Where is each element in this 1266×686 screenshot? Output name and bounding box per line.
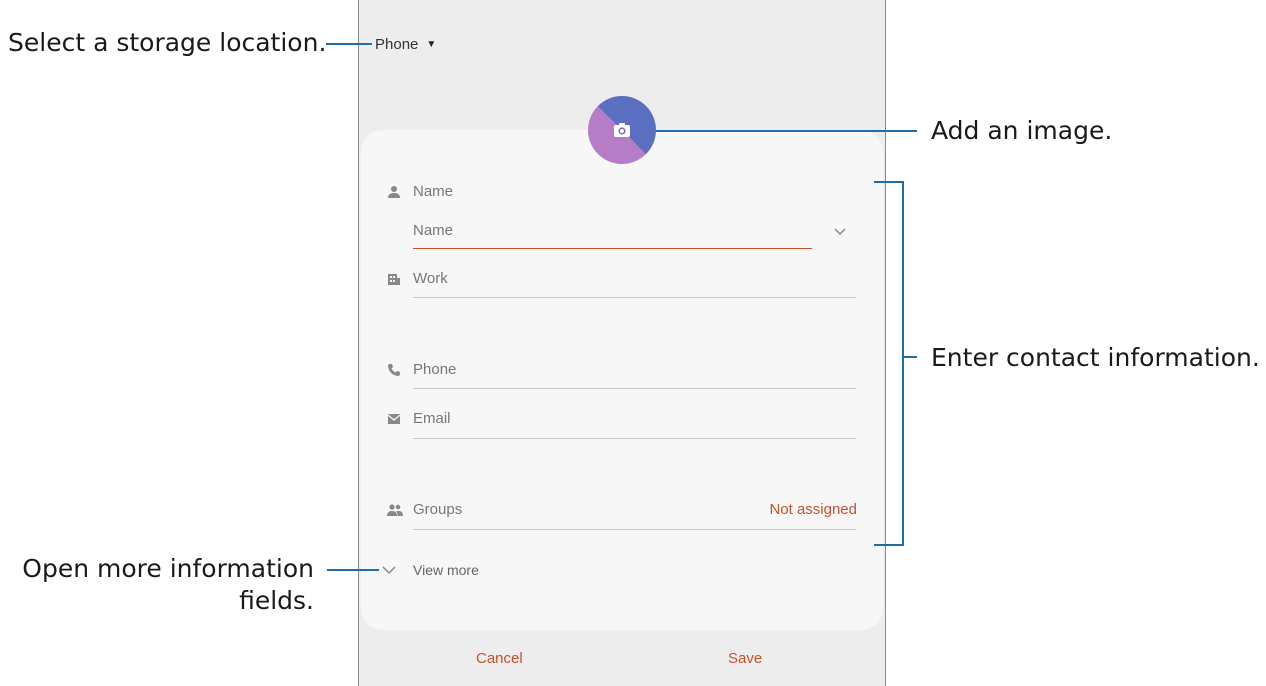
- name-input[interactable]: Name: [413, 222, 453, 239]
- add-image-button[interactable]: [588, 96, 656, 164]
- callout-image-line: [655, 130, 917, 132]
- callout-contact-line: [904, 356, 917, 358]
- callout-contact: Enter contact information.: [931, 343, 1260, 372]
- callout-more-line2: fields.: [239, 586, 314, 615]
- groups-underline: [413, 529, 856, 530]
- view-more-label[interactable]: View more: [413, 562, 479, 578]
- email-field[interactable]: Email: [413, 410, 451, 427]
- work-field[interactable]: Work: [413, 270, 448, 287]
- phone-field[interactable]: Phone: [413, 361, 456, 378]
- cancel-button[interactable]: Cancel: [476, 650, 523, 667]
- contact-form-card: [361, 130, 883, 630]
- groups-value[interactable]: Not assigned: [769, 501, 857, 518]
- building-icon: [388, 274, 400, 285]
- work-underline: [413, 297, 856, 298]
- groups-icon: [387, 504, 403, 516]
- camera-icon: [614, 123, 630, 137]
- callout-contact-bracket-bottom: [874, 544, 904, 546]
- callout-more: Open more information fields.: [22, 553, 314, 617]
- phone-icon: [388, 364, 400, 376]
- callout-contact-bracket-top: [874, 181, 904, 183]
- callout-more-line1: Open more information: [22, 554, 314, 583]
- email-underline: [413, 438, 856, 439]
- save-button[interactable]: Save: [728, 650, 762, 667]
- callout-storage-line: [326, 43, 372, 45]
- view-more-chevron-icon: [382, 566, 396, 575]
- phone-screen: Phone ▼ Name Name Work Phone Email Group…: [358, 0, 886, 686]
- storage-location-dropdown[interactable]: Phone ▼: [375, 36, 436, 53]
- dropdown-caret-icon: ▼: [426, 39, 437, 50]
- callout-image: Add an image.: [931, 116, 1113, 145]
- callout-more-line: [327, 569, 379, 571]
- callout-storage: Select a storage location.: [8, 28, 327, 57]
- name-input-underline: [413, 248, 812, 249]
- email-icon: [387, 414, 401, 424]
- callout-contact-bracket: [902, 181, 904, 546]
- name-label: Name: [413, 183, 454, 200]
- person-icon: [388, 186, 400, 198]
- chevron-down-icon[interactable]: [833, 228, 847, 236]
- groups-label: Groups: [413, 501, 463, 518]
- phone-underline: [413, 388, 856, 389]
- storage-location-label: Phone: [375, 36, 419, 53]
